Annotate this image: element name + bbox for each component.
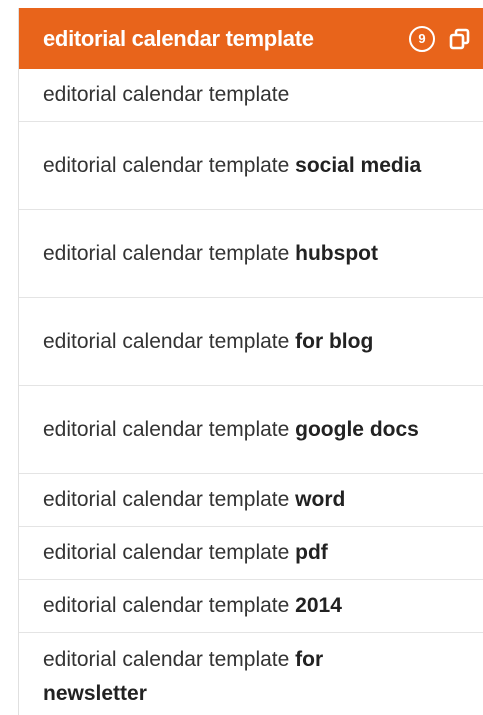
list-item[interactable]: editorial calendar template 2014	[19, 580, 483, 633]
list-item[interactable]: editorial calendar template google docs	[19, 386, 483, 474]
suggestion-base: editorial calendar template	[43, 329, 290, 353]
list-item[interactable]: editorial calendar template pdf	[19, 527, 483, 580]
suggestion-base: editorial calendar template	[43, 647, 290, 671]
suggestion-suffix: 2014	[295, 594, 342, 617]
suggestion-list: editorial calendar template editorial ca…	[19, 69, 483, 715]
suggestion-suffix: pdf	[295, 541, 328, 564]
suggestion-base: editorial calendar template	[43, 241, 290, 265]
list-item[interactable]: editorial calendar template for newslett…	[19, 633, 483, 715]
suggestion-suffix: for blog	[295, 329, 374, 353]
suggestion-suffix: google docs	[295, 417, 419, 441]
suggestion-suffix: social media	[295, 153, 422, 177]
suggestion-text: editorial calendar template hubspot	[43, 237, 378, 271]
suggestion-suffix: hubspot	[295, 241, 378, 265]
keyword-suggestions-panel: editorial calendar template 9 editorial …	[18, 8, 483, 715]
count-badge: 9	[409, 25, 435, 52]
panel-header: editorial calendar template 9	[19, 8, 483, 69]
suggestion-text: editorial calendar template 2014	[43, 589, 342, 623]
list-item[interactable]: editorial calendar template	[19, 69, 483, 122]
suggestion-text: editorial calendar template	[43, 78, 289, 112]
suggestion-text: editorial calendar template pdf	[43, 536, 328, 570]
suggestion-base: editorial calendar template	[43, 417, 290, 441]
suggestion-base: editorial calendar template	[43, 541, 290, 564]
suggestion-text: editorial calendar template google docs	[43, 413, 419, 447]
suggestion-text: editorial calendar template word	[43, 483, 345, 517]
panel-title: editorial calendar template	[43, 25, 314, 51]
suggestion-text: editorial calendar template for newslett…	[43, 643, 423, 711]
copy-icon[interactable]	[449, 28, 471, 50]
suggestion-suffix: word	[295, 488, 346, 511]
suggestion-text: editorial calendar template social media	[43, 149, 421, 183]
list-item[interactable]: editorial calendar template hubspot	[19, 210, 483, 298]
list-item[interactable]: editorial calendar template social media	[19, 122, 483, 210]
list-item[interactable]: editorial calendar template word	[19, 474, 483, 527]
suggestion-base: editorial calendar template	[43, 153, 290, 177]
suggestion-base: editorial calendar template	[43, 594, 290, 617]
suggestion-base: editorial calendar template	[43, 83, 290, 106]
suggestion-base: editorial calendar template	[43, 488, 290, 511]
list-item[interactable]: editorial calendar template for blog	[19, 298, 483, 386]
suggestion-text: editorial calendar template for blog	[43, 325, 373, 359]
